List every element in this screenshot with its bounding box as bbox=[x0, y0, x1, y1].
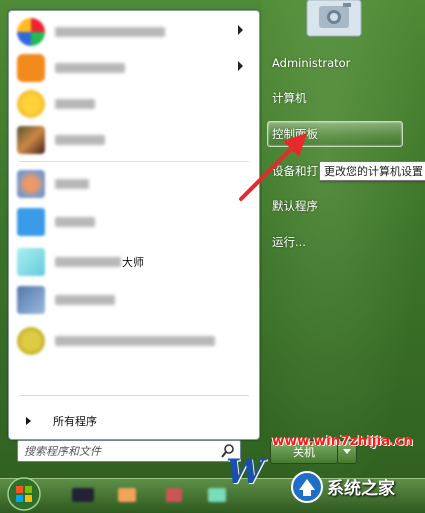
menu-separator bbox=[19, 395, 249, 396]
pinned-programs-panel: 大师 所有程序 bbox=[8, 10, 260, 440]
annotation-arrow-icon bbox=[239, 133, 307, 201]
computer-link[interactable]: 计算机 bbox=[272, 90, 307, 106]
blurred-label bbox=[55, 179, 89, 189]
program-icon bbox=[17, 18, 45, 46]
all-programs-item[interactable]: 所有程序 bbox=[21, 409, 251, 433]
run-link[interactable]: 运行... bbox=[272, 234, 306, 250]
watermark-url: www.win7zhijia.cn bbox=[272, 433, 413, 449]
tooltip: 更改您的计算机设置 bbox=[319, 161, 425, 181]
watermark-logo-text: 系统之家 bbox=[327, 479, 395, 499]
program-item[interactable]: 大师 bbox=[15, 245, 253, 279]
program-icon bbox=[17, 90, 45, 118]
taskbar-app-icon[interactable] bbox=[208, 488, 226, 502]
blurred-label bbox=[55, 27, 165, 37]
blurred-label bbox=[55, 257, 121, 267]
program-icon bbox=[17, 286, 45, 314]
program-item[interactable] bbox=[15, 87, 253, 121]
program-icon bbox=[17, 208, 45, 236]
submenu-arrow-icon bbox=[238, 25, 243, 35]
taskbar-app-icon[interactable] bbox=[166, 488, 182, 502]
menu-separator bbox=[19, 161, 249, 162]
blurred-label bbox=[55, 135, 105, 145]
program-icon bbox=[17, 170, 45, 198]
program-icon bbox=[17, 126, 45, 154]
start-orb-icon[interactable] bbox=[4, 476, 44, 512]
windows-logo-watermark-icon: W bbox=[226, 452, 265, 492]
blurred-label bbox=[55, 336, 215, 346]
blurred-label bbox=[55, 63, 125, 73]
program-item[interactable] bbox=[15, 123, 253, 157]
program-label-suffix: 大师 bbox=[122, 256, 144, 269]
program-item[interactable] bbox=[15, 205, 253, 239]
expand-arrow-icon bbox=[26, 417, 31, 425]
search-input[interactable] bbox=[18, 443, 216, 459]
program-item[interactable] bbox=[15, 167, 253, 201]
all-programs-label: 所有程序 bbox=[53, 415, 97, 428]
program-icon bbox=[17, 327, 45, 355]
search-box bbox=[17, 440, 241, 462]
user-picture-icon[interactable] bbox=[305, 0, 363, 38]
program-item[interactable] bbox=[15, 51, 253, 85]
blurred-label bbox=[55, 217, 95, 227]
taskbar-app-icon[interactable] bbox=[72, 488, 94, 502]
program-item[interactable] bbox=[15, 321, 253, 361]
user-name-link[interactable]: Administrator bbox=[272, 56, 350, 70]
system-home-logo-icon bbox=[291, 471, 323, 503]
blurred-label bbox=[55, 295, 115, 305]
blurred-label bbox=[55, 99, 95, 109]
program-item[interactable] bbox=[15, 283, 253, 317]
program-icon bbox=[17, 54, 45, 82]
tooltip-text: 更改您的计算机设置 bbox=[324, 165, 423, 178]
program-icon bbox=[17, 248, 45, 276]
submenu-arrow-icon bbox=[238, 61, 243, 71]
program-item[interactable] bbox=[15, 15, 253, 49]
taskbar-app-icon[interactable] bbox=[118, 488, 136, 502]
